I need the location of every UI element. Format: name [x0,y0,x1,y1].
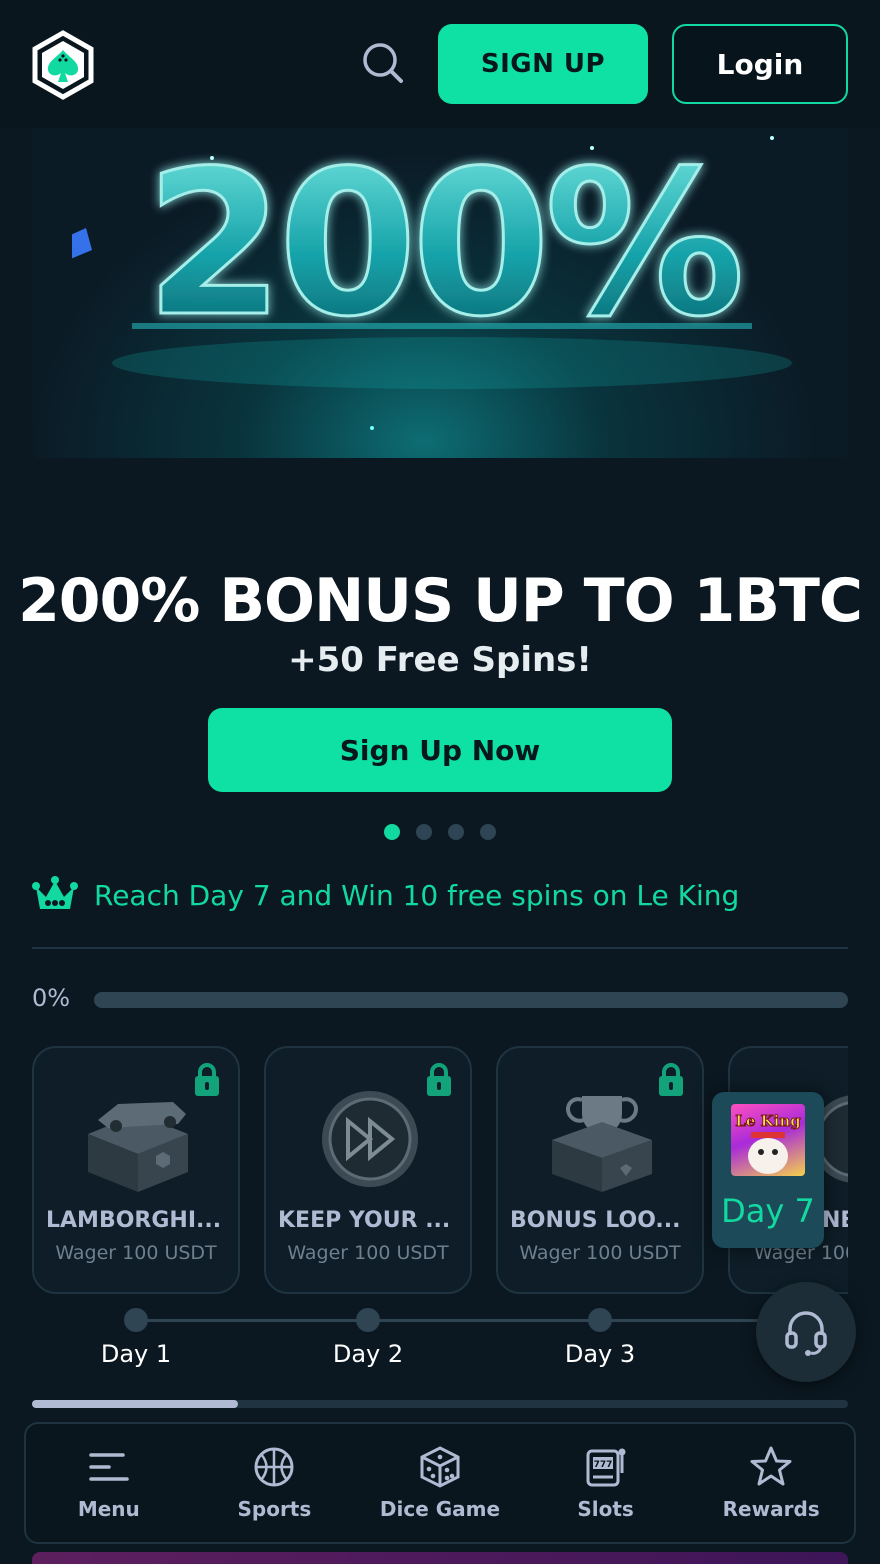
crown-icon [32,876,78,909]
nav-item-slots[interactable]: 777 Slots [523,1424,689,1542]
carousel-dot-4[interactable] [480,824,496,840]
promo-title: 200% BONUS UP TO 1BTC [18,566,863,636]
star-icon [750,1446,792,1486]
slot-machine-icon: 777 [586,1448,626,1487]
timeline-day-label: Day 2 [332,1340,404,1368]
reward-title: NE [822,1208,848,1233]
daily-challenge-header: Reach Day 7 and Win 10 free spins on Le … [32,872,739,918]
game-logo-text: Le King [735,1112,801,1130]
svg-text:777: 777 [593,1460,612,1470]
nav-item-dice-game[interactable]: Dice Game [357,1424,523,1542]
bottom-navigation: Menu Sports Dice Game 777 Slots Rewards [24,1422,856,1544]
carousel-dot-1[interactable] [384,824,400,840]
carousel-dot-3[interactable] [448,824,464,840]
mystery-box-car-icon [88,1102,188,1192]
reward-title: BONUS LOO... [510,1208,681,1233]
timeline-day-label: Day 1 [100,1340,172,1368]
promo-banner-graphic: 200% [72,128,792,430]
reward-card[interactable]: KEEP YOUR ... Wager 100 USDT [264,1046,472,1294]
le-king-game-thumbnail: Le King [731,1104,805,1176]
signup-button[interactable]: SIGN UP [438,24,648,104]
nav-label: Slots [577,1497,634,1521]
basketball-icon [254,1447,294,1487]
day7-reward-badge[interactable]: Le King Day 7 [712,1092,824,1248]
carousel-dots [384,824,496,840]
search-icon [363,43,403,83]
timeline-node [124,1308,148,1332]
nav-label: Menu [77,1497,140,1521]
reward-requirement: Wager 100 USDT [287,1242,449,1264]
nav-item-sports[interactable]: Sports [192,1424,358,1542]
divider [32,947,848,949]
progress-percent: 0% [32,984,71,1012]
signup-now-button[interactable]: Sign Up Now [208,708,672,792]
reward-card[interactable]: LAMBORGHI... Wager 100 USDT [32,1046,240,1294]
nav-item-rewards[interactable]: Rewards [688,1424,854,1542]
reward-requirement: Wager 100 USDT [55,1242,217,1264]
top-header: SIGN UP Login [0,0,880,128]
promo-banner[interactable]: 200% [32,128,848,458]
next-section-peek [32,1552,848,1564]
carousel-dot-2[interactable] [416,824,432,840]
timeline-line [136,1319,816,1322]
support-chat-button[interactable] [756,1282,856,1382]
dice-icon [420,1446,460,1488]
reward-requirement: Wager 100 USDT [519,1242,681,1264]
nav-label: Rewards [722,1497,820,1521]
site-logo[interactable] [30,30,96,100]
timeline-node [588,1308,612,1332]
timeline-day-label: Day 3 [564,1340,636,1368]
cards-scrollbar-thumb[interactable] [32,1400,238,1408]
search-button[interactable] [358,38,406,86]
timeline-node [356,1308,380,1332]
reward-title: KEEP YOUR ... [278,1208,451,1233]
day7-label: Day 7 [721,1192,815,1230]
menu-icon [89,1453,129,1481]
nav-label: Sports [237,1497,312,1521]
reward-card[interactable]: BONUS LOO... Wager 100 USDT [496,1046,704,1294]
nav-item-menu[interactable]: Menu [26,1424,192,1542]
cards-scrollbar[interactable] [32,1400,848,1408]
headset-icon [785,1311,827,1356]
fast-forward-coin-icon [322,1091,418,1187]
progress-bar [94,992,848,1008]
promo-subtitle: +50 Free Spins! [288,640,592,680]
login-button[interactable]: Login [672,24,848,104]
reward-title: LAMBORGHI... [46,1208,222,1233]
trophy-box-icon [552,1096,652,1192]
challenge-text: Reach Day 7 and Win 10 free spins on Le … [94,878,740,912]
nav-label: Dice Game [379,1497,501,1521]
